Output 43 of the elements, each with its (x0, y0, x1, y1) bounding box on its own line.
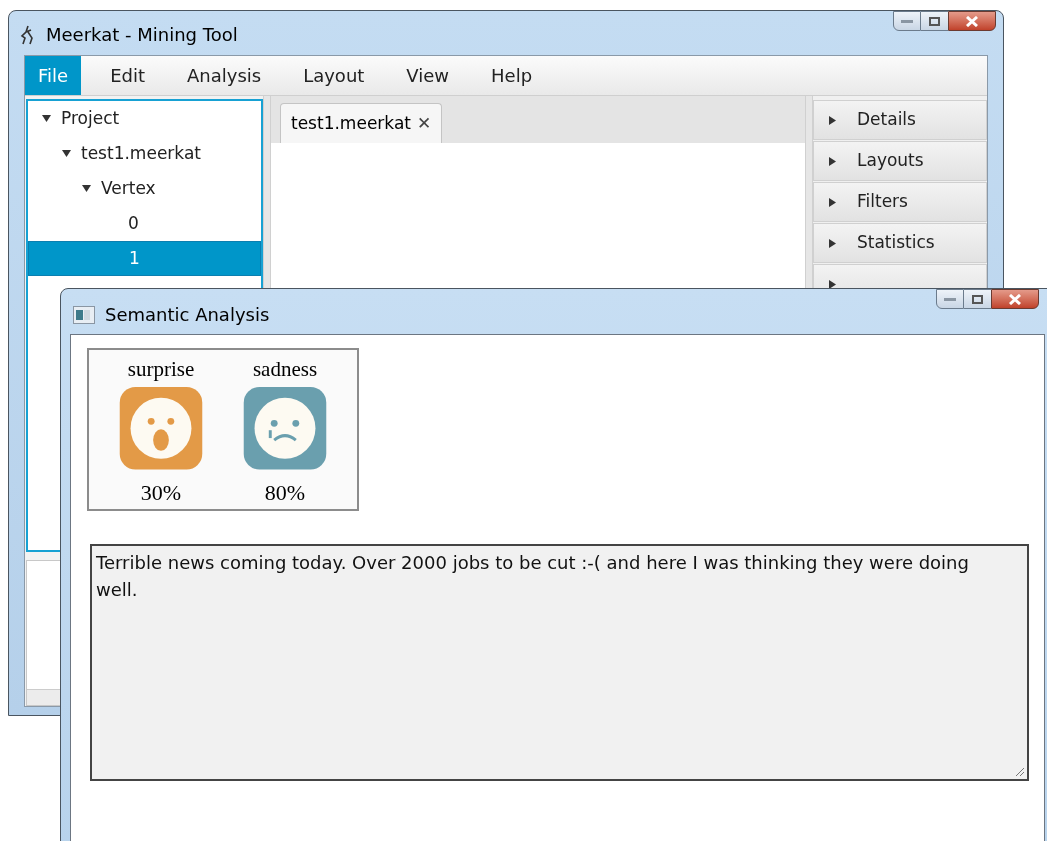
close-icon (965, 15, 979, 27)
dialog-title: Semantic Analysis (105, 303, 270, 327)
menu-item[interactable]: Analysis (174, 56, 275, 95)
window-app-icon (73, 305, 95, 324)
tree-item[interactable]: 0 (28, 206, 261, 241)
close-icon (1008, 293, 1022, 305)
expanded-arrow-icon[interactable] (42, 114, 51, 123)
tree-item[interactable]: Project (28, 101, 261, 136)
accordion-header[interactable]: Statistics (813, 223, 987, 263)
close-button[interactable] (948, 11, 996, 31)
collapsed-arrow-icon[interactable] (828, 279, 837, 289)
emotion-label: surprise (127, 356, 195, 383)
accordion-header[interactable]: Filters (813, 182, 987, 222)
minimize-button[interactable] (893, 11, 921, 31)
minimize-button[interactable] (936, 289, 964, 309)
close-tab-icon[interactable]: ✕ (416, 110, 432, 137)
accordion-header[interactable]: Layouts (813, 141, 987, 181)
collapsed-arrow-icon[interactable] (828, 115, 837, 125)
emotion-label: sadness (252, 356, 318, 383)
menu-item[interactable]: Layout (290, 56, 378, 95)
text-area[interactable]: Terrible news coming today. Over 2000 jobs to be cut :-( and here I was thinking they were doing well. (90, 544, 1029, 781)
sad-face-icon (242, 385, 328, 470)
collapsed-arrow-icon[interactable] (828, 238, 837, 248)
document-tab[interactable]: test1.meerkat ✕ (280, 103, 443, 143)
resize-grip-icon[interactable] (1013, 765, 1025, 777)
emotion-percent: 30% (140, 479, 182, 507)
maximize-button[interactable] (921, 11, 948, 31)
surprised-face-icon (118, 385, 204, 470)
menu-item[interactable]: View (393, 56, 463, 95)
menu-item[interactable]: Edit (97, 56, 158, 95)
tree-item[interactable]: Vertex (28, 171, 261, 206)
accordion-header[interactable]: Details (813, 100, 987, 140)
tree-item[interactable]: test1.meerkat (28, 136, 261, 171)
collapsed-arrow-icon[interactable] (828, 197, 837, 207)
window-title: Meerkat - Mining Tool (46, 23, 238, 47)
maximize-button[interactable] (964, 289, 991, 309)
tweet-text: Terrible news coming today. Over 2000 jobs to be cut :-( and here I was thinking they were doing well. (96, 551, 970, 602)
expanded-arrow-icon[interactable] (82, 184, 91, 193)
menu-item[interactable]: Help (478, 56, 546, 95)
expanded-arrow-icon[interactable] (62, 149, 71, 158)
emotion-percent: 80% (264, 479, 306, 507)
collapsed-arrow-icon[interactable] (828, 156, 837, 166)
close-button[interactable] (991, 289, 1039, 309)
